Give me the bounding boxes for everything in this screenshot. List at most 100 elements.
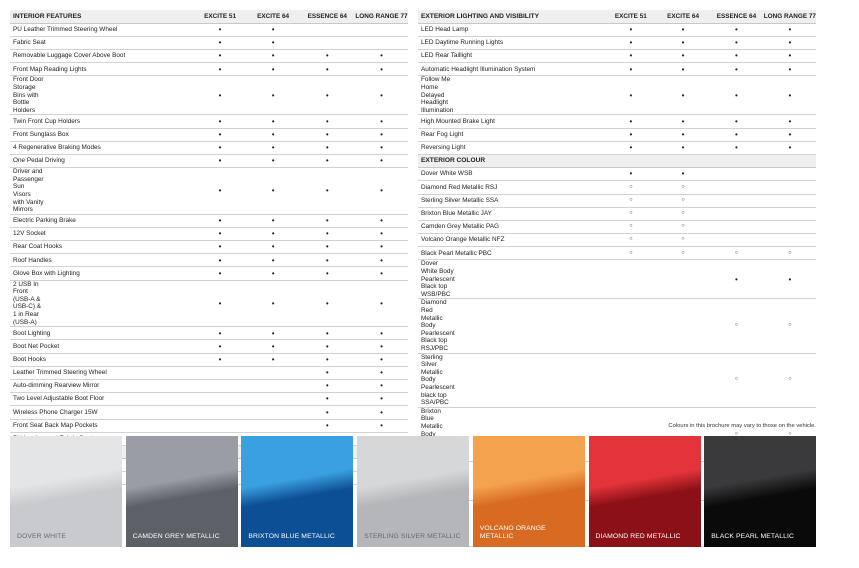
standard-mark: • (299, 141, 355, 155)
standard-mark: • (193, 280, 247, 328)
standard-mark: • (709, 49, 764, 64)
standard-mark: • (656, 36, 710, 51)
empty-cell (193, 419, 247, 433)
standard-mark: • (656, 62, 710, 77)
standard-mark: • (709, 128, 764, 142)
standard-mark: • (299, 240, 355, 255)
empty-cell (709, 233, 764, 248)
empty-cell (709, 180, 764, 195)
feature-label: Leather Trimmed Steering Wheel (10, 366, 194, 380)
standard-mark: • (354, 266, 408, 281)
standard-mark: • (354, 128, 408, 142)
table-row: Two Level Adjustable Boot Floor • • (10, 392, 408, 407)
standard-mark: • (763, 141, 816, 155)
standard-mark: • (354, 405, 408, 420)
standard-mark: • (246, 280, 300, 328)
table-row: Boot Lighting • • • • (10, 326, 408, 341)
column-header: LONG RANGE 77 (763, 10, 816, 24)
swatch-camden-grey-metallic: CAMDEN GREY METALLIC (125, 436, 238, 547)
table-row: Camden Grey Metallic PAG ○ ○ (418, 220, 816, 235)
standard-mark: • (604, 23, 657, 37)
standard-mark: • (246, 128, 300, 142)
empty-cell (763, 207, 816, 221)
empty-cell (709, 167, 764, 182)
swatch-label: DIAMOND RED METALLIC (595, 533, 681, 540)
feature-label: LED Rear Taillight (418, 49, 605, 64)
standard-mark: • (763, 259, 816, 300)
standard-mark: • (354, 167, 408, 215)
swatch-diamond-red-metallic: DIAMOND RED METALLIC (588, 436, 701, 547)
table-row: Rear Coat Hooks • • • • (10, 240, 408, 255)
swatch-volcano-orange-metallic: VOLCANO ORANGE METALLIC (472, 436, 585, 547)
feature-label: Rear Fog Light (418, 128, 605, 142)
table-row: High Mounted Brake Light • • • • (418, 114, 816, 129)
swatch-label: CAMDEN GREY METALLIC (132, 533, 220, 540)
empty-cell (354, 23, 408, 37)
standard-mark: • (354, 392, 408, 407)
table-row: Sterling Silver Metallic SSA ○ ○ (418, 194, 816, 208)
feature-label: Glove Box with Lighting (10, 266, 194, 281)
standard-mark: • (299, 62, 355, 77)
standard-mark: • (299, 366, 355, 380)
swatch-dover-white: DOVER WHITE (10, 436, 122, 547)
table-row: Removable Luggage Cover Above Boot • • • • (10, 49, 408, 64)
option-mark: ○ (656, 180, 710, 195)
option-mark: ○ (604, 207, 657, 221)
standard-mark: • (354, 379, 408, 394)
standard-mark: • (193, 49, 247, 64)
feature-label: Front Map Reading Lights (10, 62, 194, 77)
option-mark: ○ (656, 246, 710, 261)
standard-mark: • (299, 419, 355, 433)
table-row: One Pedal Driving • • • • (10, 154, 408, 169)
feature-label: LED Head Lamp (418, 23, 605, 37)
standard-mark: • (246, 23, 300, 37)
feature-label: Fabric Seat (10, 36, 194, 51)
table-row: Reversing Light • • • • (418, 141, 816, 155)
standard-mark: • (246, 339, 300, 354)
colour-disclaimer: Colours in this brochure may vary to tho… (668, 423, 816, 429)
feature-label: Auto-dimming Rearview Mirror (10, 379, 194, 394)
swatch-brixton-blue-metallic: BRIXTON BLUE METALLIC (241, 436, 354, 547)
table-row: Rear Fog Light • • • • (418, 128, 816, 142)
feature-label: Dover White Body Pearlescent Black top W… (418, 259, 605, 300)
empty-cell (604, 259, 657, 300)
table-row: Dover White Body Pearlescent Black top W… (418, 259, 816, 300)
table-row: Fabric Seat • • (10, 36, 408, 51)
table-row: Driver and Passenger Sun Visors with Van… (10, 167, 408, 215)
option-mark: ○ (604, 180, 657, 195)
standard-mark: • (246, 227, 300, 242)
option-mark: ○ (763, 246, 816, 261)
table-row: Diamond Red Metallic Body Pearlescent Bl… (418, 298, 816, 354)
standard-mark: • (193, 141, 247, 155)
empty-cell (709, 207, 764, 221)
empty-cell (246, 366, 300, 380)
feature-label: Diamond Red Metallic RSJ (418, 180, 605, 195)
standard-mark: • (246, 62, 300, 77)
table-row: Boot Hooks • • • • (10, 353, 408, 367)
standard-mark: • (709, 36, 764, 51)
empty-cell (763, 180, 816, 195)
table-row: PU Leather Trimmed Steering Wheel • • (10, 23, 408, 37)
table-row: Leather Trimmed Steering Wheel • • (10, 366, 408, 380)
feature-label: One Pedal Driving (10, 154, 194, 169)
standard-mark: • (354, 253, 408, 268)
section-header: EXTERIOR COLOUR (418, 154, 816, 169)
standard-mark: • (354, 419, 408, 433)
table-row: Sterling Silver Metallic Body Pearlescen… (418, 353, 816, 408)
table-row: Glove Box with Lighting • • • • (10, 266, 408, 281)
table-row: 2 USB In Front (USB-A & USB-C) & 1 in Re… (10, 280, 408, 328)
empty-cell (709, 220, 764, 235)
standard-mark: • (193, 266, 247, 281)
feature-label: Boot Net Pocket (10, 339, 194, 354)
table-row: Brixton Blue Metallic JAY ○ ○ (418, 207, 816, 221)
standard-mark: • (763, 75, 816, 116)
table-row: Auto-dimming Rearview Mirror • • (10, 379, 408, 394)
table-row: 12V Socket • • • • (10, 227, 408, 242)
feature-label: Electric Parking Brake (10, 214, 194, 228)
feature-label: Twin Front Cup Holders (10, 114, 194, 129)
feature-label: Front Door Storage Bins with Bottle Hold… (10, 75, 194, 116)
standard-mark: • (299, 405, 355, 420)
standard-mark: • (299, 128, 355, 142)
feature-label: Volcano Orange Metallic NFZ (418, 233, 605, 248)
table-row: LED Daytime Running Lights • • • • (418, 36, 816, 51)
